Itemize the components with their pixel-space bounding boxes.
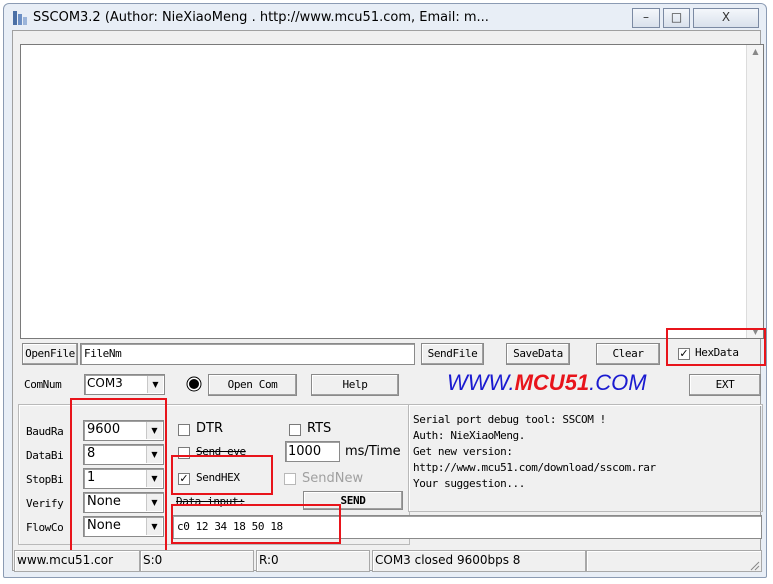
send-file-button[interactable]: SendFile — [421, 343, 484, 365]
receive-textarea[interactable] — [20, 44, 764, 339]
rts-label: RTS — [307, 421, 332, 436]
rts-checkbox[interactable] — [289, 424, 301, 436]
dtr-label: DTR — [196, 421, 223, 436]
sendnew-checkbox[interactable] — [284, 473, 296, 485]
resize-grip-icon[interactable] — [748, 559, 760, 571]
status-port: COM3 closed 9600bps 8 — [372, 550, 586, 572]
close-button[interactable]: X — [693, 8, 759, 28]
status-extra — [586, 550, 762, 572]
info-line-5: Your suggestion... — [413, 477, 526, 490]
brand-text-prefix: WWW. — [447, 370, 515, 395]
ms-time-label: ms/Time — [345, 444, 401, 459]
minimize-icon: – — [643, 10, 649, 24]
serial-settings-highlight — [70, 398, 167, 556]
data-input-highlight — [171, 504, 341, 544]
window-title: SSCOM3.2 (Author: NieXiaoMeng . http://w… — [33, 10, 489, 25]
info-line-2: Auth: NieXiaoMeng. — [413, 429, 526, 442]
maximize-icon: □ — [670, 10, 683, 24]
hexdata-highlight — [666, 328, 766, 366]
dtr-checkbox[interactable] — [178, 424, 190, 436]
sendhex-highlight — [171, 455, 273, 495]
open-file-button[interactable]: OpenFile — [22, 343, 78, 365]
sendnew-label: SendNew — [302, 471, 364, 486]
save-data-button[interactable]: SaveData — [506, 343, 570, 365]
receive-scrollbar[interactable]: ▲ ▼ — [746, 45, 763, 338]
brand-text-suffix: .COM — [589, 370, 647, 395]
minimize-button[interactable]: – — [632, 8, 660, 28]
ext-button[interactable]: EXT — [689, 374, 761, 396]
status-sent: S:0 — [140, 550, 254, 572]
clear-button[interactable]: Clear — [596, 343, 660, 365]
info-line-4: http://www.mcu51.com/download/sscom.rar — [413, 461, 656, 474]
scroll-up-icon[interactable]: ▲ — [747, 47, 764, 56]
brand-text-main: MCU51 — [514, 370, 590, 395]
open-com-button[interactable]: Open Com — [208, 374, 297, 396]
close-icon: X — [721, 10, 731, 24]
comnum-label: ComNum — [24, 378, 62, 391]
file-name-input[interactable]: FileNm — [80, 343, 415, 365]
com-select-value: COM3 — [87, 376, 123, 390]
app-icon — [12, 9, 30, 27]
interval-input[interactable]: 1000 — [285, 441, 340, 462]
help-button[interactable]: Help — [311, 374, 399, 396]
info-line-3: Get new version: — [413, 445, 513, 458]
maximize-button[interactable]: □ — [663, 8, 690, 28]
com-select[interactable]: COM3 ▼ — [84, 374, 165, 395]
info-line-1: Serial port debug tool: SSCOM ! — [413, 413, 606, 426]
port-status-indicator-icon — [186, 376, 202, 392]
status-site: www.mcu51.cor — [14, 550, 140, 572]
brand-link[interactable]: WWW.MCU51.COM — [447, 370, 647, 396]
status-received: R:0 — [256, 550, 370, 572]
chevron-down-icon[interactable]: ▼ — [147, 376, 163, 393]
